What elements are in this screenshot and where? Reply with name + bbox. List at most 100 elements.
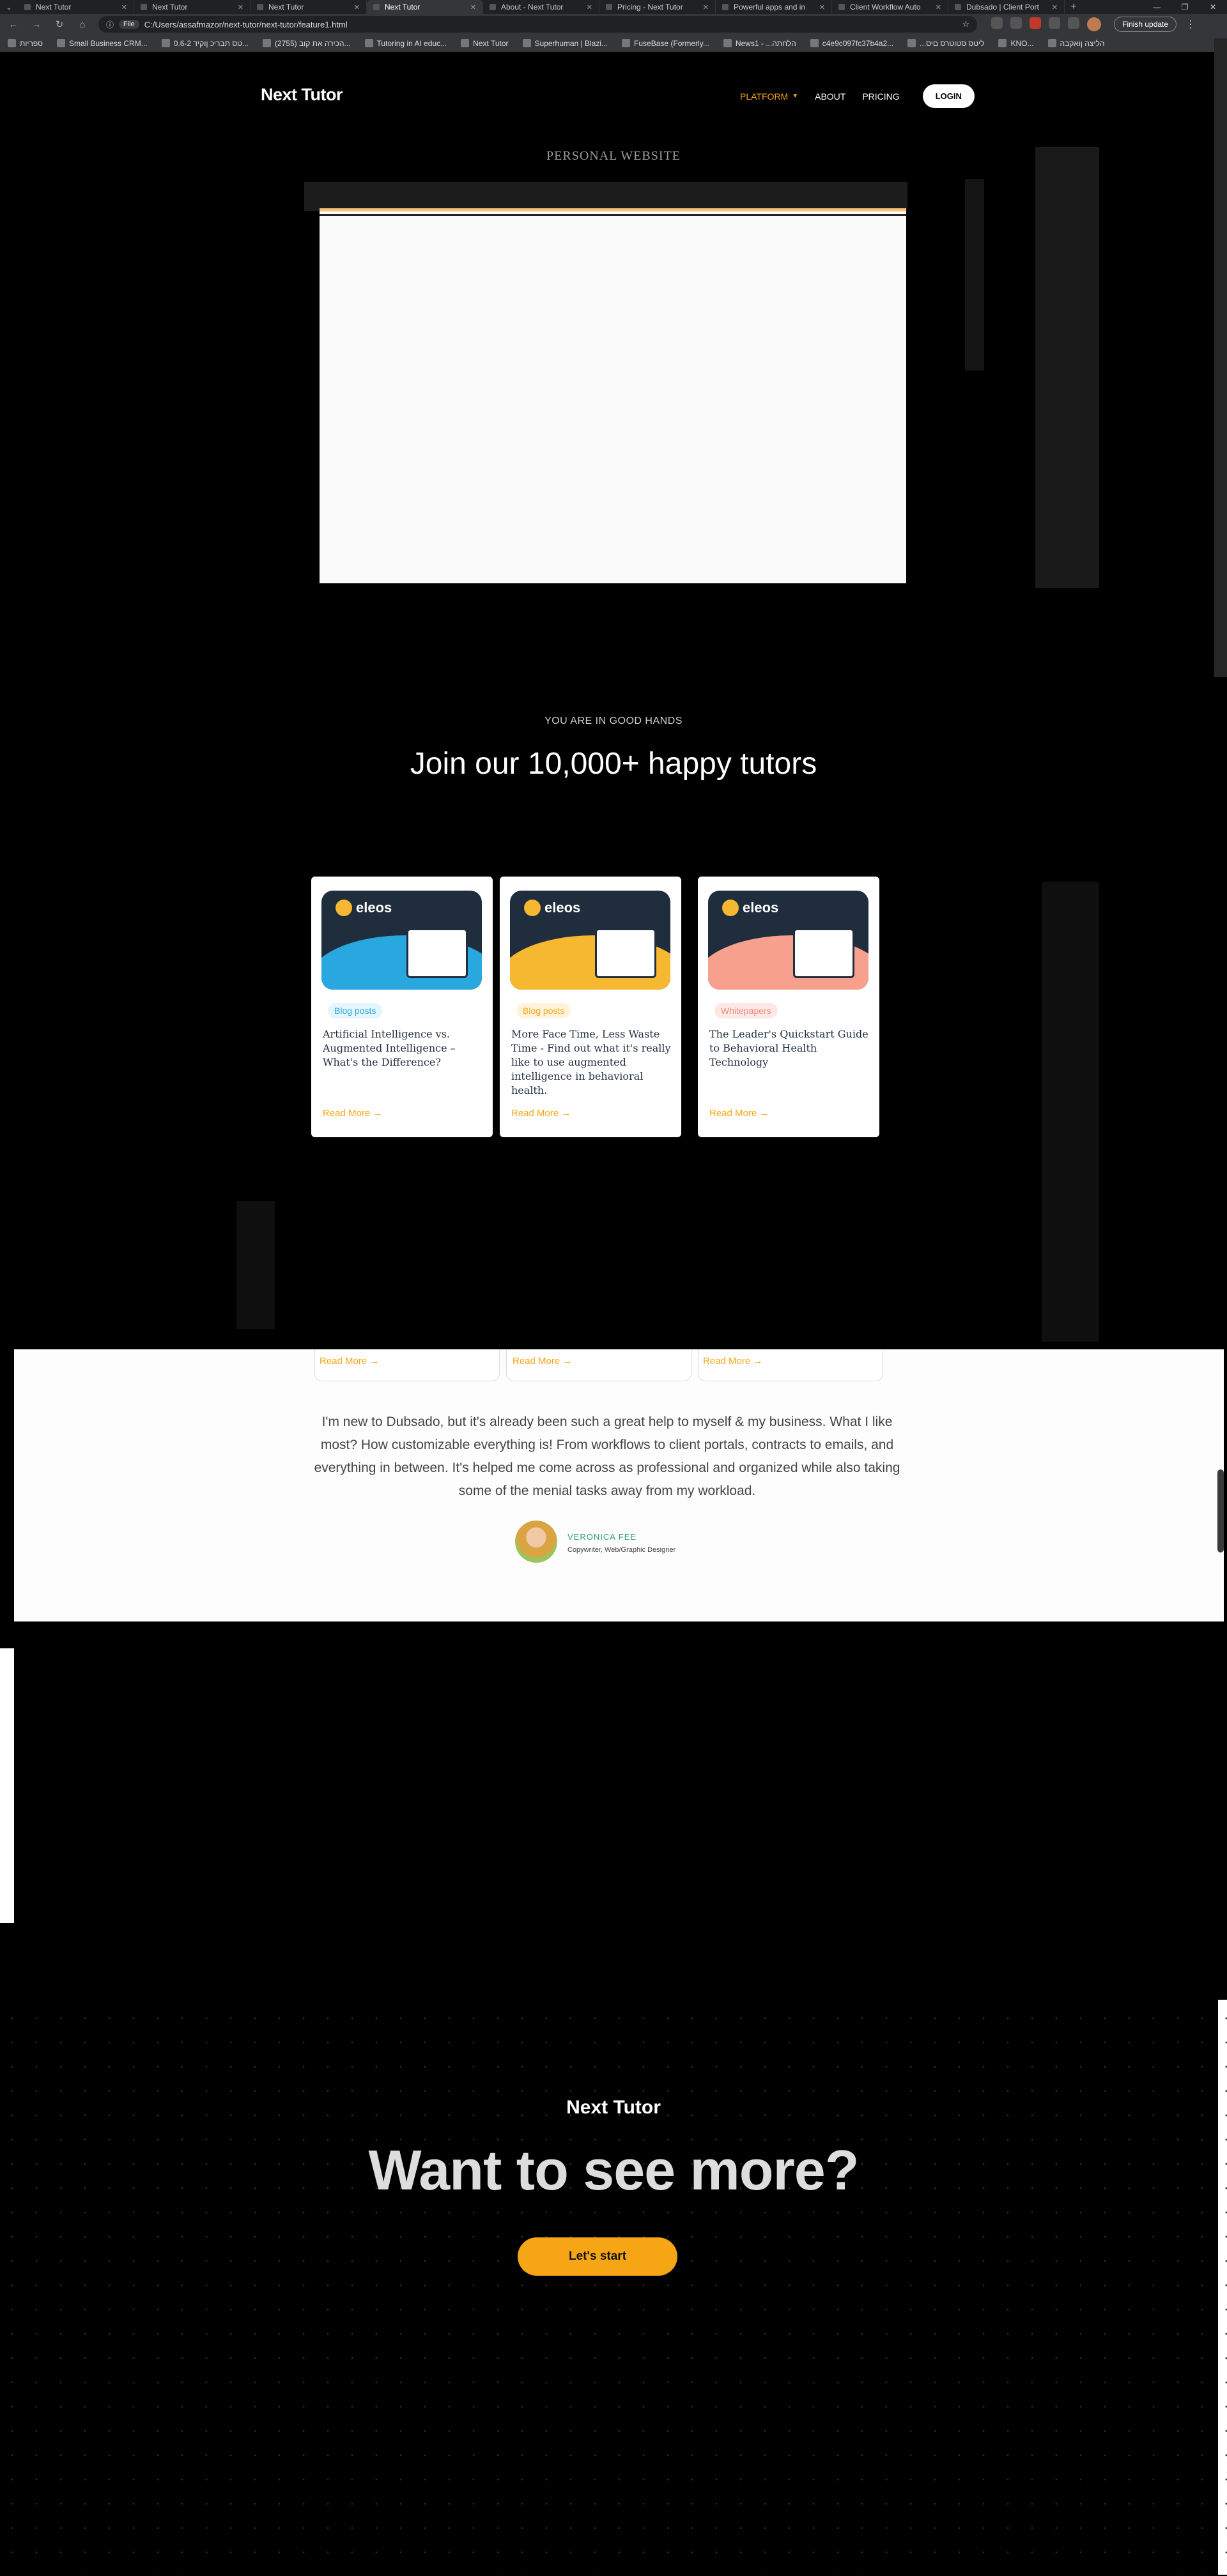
close-tab-icon[interactable]: ✕ <box>354 3 360 12</box>
bookmark-item[interactable]: Tutoring in AI educ... <box>364 39 447 48</box>
card-brand: eleos <box>336 900 392 916</box>
forward-icon[interactable]: → <box>29 17 43 31</box>
bookmark-item[interactable]: הליצה ןואקבה <box>1047 39 1104 48</box>
bookmark-item[interactable]: Next Tutor <box>461 39 509 48</box>
bookmark-item[interactable]: Small Business CRM... <box>57 39 148 48</box>
read-more-link[interactable]: Read More → <box>511 1108 571 1119</box>
bookmark-item[interactable]: ספריות <box>8 39 43 48</box>
nav-about[interactable]: ABOUT <box>815 91 845 102</box>
bookmark-item[interactable]: News1 - ...הלחתה <box>723 39 796 48</box>
close-tab-icon[interactable]: ✕ <box>587 3 592 12</box>
bookmark-item[interactable]: FuseBase (Formerly... <box>622 39 709 48</box>
bookmark-favicon-icon <box>57 39 66 47</box>
bookmark-label: FuseBase (Formerly... <box>634 38 709 48</box>
close-tab-icon[interactable]: ✕ <box>936 3 941 12</box>
card-brand: eleos <box>524 900 580 916</box>
close-tab-icon[interactable]: ✕ <box>238 3 243 12</box>
close-tab-icon[interactable]: ✕ <box>1052 3 1058 12</box>
read-more-link[interactable]: Read More → <box>323 1108 382 1119</box>
new-tab-button[interactable]: + <box>1065 0 1083 14</box>
close-tab-icon[interactable]: ✕ <box>703 3 709 12</box>
tab-list: Next Tutor ✕ Next Tutor ✕ Next Tutor ✕ Next Tu… <box>18 0 1065 14</box>
bookmarks-bar: ספריות Small Business CRM... 0.6-2 טס תברי… <box>0 34 1227 52</box>
restore-icon[interactable]: ❐ <box>1171 0 1199 14</box>
read-more-link[interactable]: Read More → <box>709 1108 769 1119</box>
bookmark-label: News1 - ...הלחתה <box>735 38 796 48</box>
bookmark-star-icon[interactable]: ☆ <box>962 19 969 29</box>
browser-tab[interactable]: Powerful apps and in ✕ <box>716 0 832 14</box>
bookmark-label: ספריות <box>20 38 43 48</box>
browser-tab[interactable]: Client Workflow Auto ✕ <box>832 0 948 14</box>
minimize-icon[interactable]: — <box>1143 0 1171 14</box>
bookmark-favicon-icon <box>907 39 916 47</box>
favicon-icon <box>722 4 729 10</box>
close-tab-icon[interactable]: ✕ <box>470 3 476 12</box>
bookmark-item[interactable]: Superhuman | Blazi... <box>522 39 608 48</box>
nav-platform[interactable]: PLATFORM ▼ <box>740 91 798 102</box>
menu-kebab-icon[interactable]: ⋮ <box>1185 18 1196 31</box>
browser-tab[interactable]: Next Tutor ✕ <box>367 0 483 14</box>
browser-toolbar: ← → ↻ ⌂ ⓘ File C:/Users/assafmazor/next-… <box>0 14 1227 34</box>
bookmark-item[interactable]: c4e9c097fc37b4a2... <box>810 39 893 48</box>
cta-background <box>0 2006 1227 2576</box>
resource-card[interactable]: eleos Blog posts Artificial Intelligence v… <box>311 877 493 1137</box>
favicon-icon <box>490 4 496 10</box>
browser-tab[interactable]: Next Tutor ✕ <box>18 0 134 14</box>
read-more-link[interactable]: Read More → <box>513 1356 572 1367</box>
browser-tab[interactable]: Next Tutor ✕ <box>134 0 251 14</box>
card-brand: eleos <box>722 900 778 916</box>
back-icon[interactable]: ← <box>6 17 20 31</box>
bookmark-label: Small Business CRM... <box>69 38 148 48</box>
favicon-icon <box>141 4 147 10</box>
cta-title: Want to see more? <box>368 2138 860 2202</box>
browser-tab[interactable]: Pricing - Next Tutor ✕ <box>599 0 716 14</box>
card-brand-label: eleos <box>743 900 779 916</box>
home-icon[interactable]: ⌂ <box>75 17 89 31</box>
tab-search-icon[interactable]: ⌄ <box>0 0 18 14</box>
site-nav: PLATFORM ▼ ABOUT PRICING LOGIN <box>740 84 975 108</box>
tab-title: Dubsado | Client Port <box>966 3 1039 12</box>
browser-tab[interactable]: Dubsado | Client Port ✕ <box>948 0 1065 14</box>
render-artifact <box>1042 882 1099 1342</box>
close-tab-icon[interactable]: ✕ <box>819 3 825 12</box>
browser-tab[interactable]: About - Next Tutor ✕ <box>483 0 599 14</box>
bookmark-label: 0.6-2 טס תבריכ ןוקיד... <box>173 38 249 48</box>
testimonial-author: VERONICA FEE <box>567 1532 637 1542</box>
profile-avatar[interactable] <box>1087 17 1101 31</box>
nav-pricing[interactable]: PRICING <box>862 91 899 102</box>
tab-title: Next Tutor <box>152 3 188 12</box>
read-more-link[interactable]: Read More → <box>703 1356 762 1367</box>
extension-icon[interactable] <box>991 17 1003 29</box>
reload-icon[interactable]: ↻ <box>52 17 66 31</box>
read-more-link[interactable]: Read More → <box>320 1356 379 1367</box>
site-logo[interactable]: Next Tutor <box>261 85 343 105</box>
extension-icon[interactable] <box>1030 17 1041 29</box>
bookmark-item[interactable]: ...ליטס סטוטרס םיס <box>907 39 984 48</box>
close-tab-icon[interactable]: ✕ <box>121 3 127 12</box>
site-info-icon[interactable]: ⓘ <box>106 19 114 30</box>
puzzle-icon[interactable] <box>1049 17 1060 29</box>
bookmark-item[interactable]: KNO... <box>998 39 1034 48</box>
browser-tab[interactable]: Next Tutor ✕ <box>251 0 367 14</box>
bookmark-item[interactable]: 0.6-2 טס תבריכ ןוקיד... <box>161 38 249 48</box>
favicon-icon <box>257 4 263 10</box>
document-icon <box>793 928 854 978</box>
finish-update-button[interactable]: Finish update <box>1114 17 1177 32</box>
sidebar-icon[interactable] <box>1068 17 1079 29</box>
hands-title: Join our 10,000+ happy tutors <box>410 747 817 781</box>
tab-title: About - Next Tutor <box>501 3 564 12</box>
resource-card[interactable]: eleos Blog posts More Face Time, Less Wast… <box>500 877 681 1137</box>
bookmark-favicon-icon <box>810 39 819 47</box>
shield-icon[interactable] <box>1010 17 1022 29</box>
bookmark-favicon-icon <box>1047 39 1056 47</box>
render-artifact <box>1214 38 1227 677</box>
lets-start-button[interactable]: Let's start <box>518 2237 677 2276</box>
scrollbar-thumb[interactable] <box>1217 1469 1224 1552</box>
resource-card[interactable]: eleos Whitepapers The Leader's Quickstart … <box>698 877 879 1137</box>
address-bar[interactable]: ⓘ File C:/Users/assafmazor/next-tutor/ne… <box>98 16 977 33</box>
close-window-icon[interactable]: ✕ <box>1199 0 1227 14</box>
login-button[interactable]: LOGIN <box>922 84 975 108</box>
bookmark-item[interactable]: (2755) הכירה את קוב... <box>262 39 351 48</box>
bookmark-label: c4e9c097fc37b4a2... <box>822 38 894 48</box>
card-image: eleos <box>510 891 670 990</box>
